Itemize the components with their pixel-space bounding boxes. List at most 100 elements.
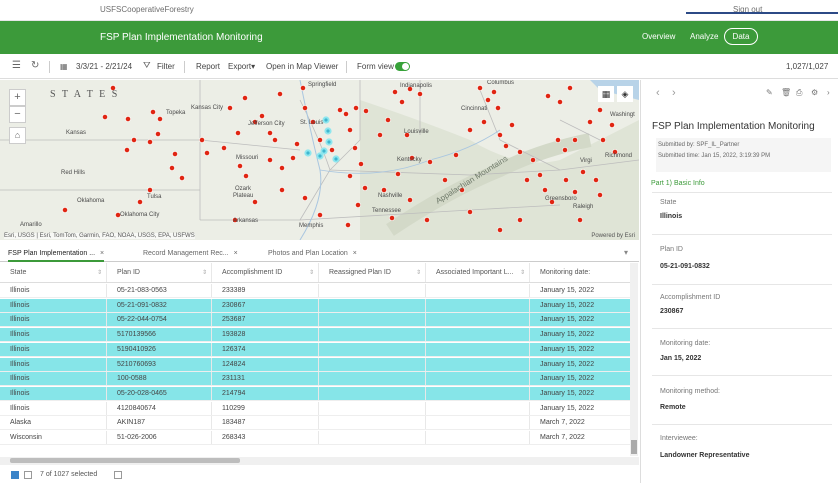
basemap	[0, 80, 639, 240]
selection-count: 7 of 1027 selected	[40, 471, 98, 478]
cell-reassigned-plan-id	[319, 284, 426, 297]
map-label: Tennessee	[372, 208, 402, 214]
map-label: Greensboro	[545, 196, 577, 202]
cell-monitoring-date: January 15, 2022	[540, 316, 595, 324]
table-row[interactable]: Illinois 05-22-044-0754 253687 January 15, …	[0, 313, 630, 328]
column-header-plan-id[interactable]: Plan ID ⇕	[107, 263, 212, 282]
report-button[interactable]: Report	[196, 62, 220, 71]
export-button[interactable]: Export▾	[228, 62, 255, 71]
field-value-interviewee: Landowner Representative	[660, 452, 750, 459]
filter-button[interactable]: Filter	[157, 62, 175, 71]
date-range-button[interactable]: 3/3/21 - 2/21/24	[76, 62, 132, 71]
list-view-icon[interactable]	[11, 471, 19, 479]
form-view-label: Form view	[357, 62, 394, 71]
tab-photos-plan-location[interactable]: Photos and Plan Location ×	[268, 250, 357, 257]
submitted-time: Submitted time: Jan 15, 2022, 3:19:39 PM	[658, 153, 771, 159]
map-label: Topeka	[166, 110, 186, 116]
zoom-out-button[interactable]: −	[9, 106, 26, 123]
form-view-toggle[interactable]	[395, 62, 410, 71]
edit-icon[interactable]: ✎	[766, 88, 773, 97]
table-row[interactable]: Illinois 05-21-091-0832 230867 January 15, …	[0, 298, 630, 313]
show-selected-icon[interactable]	[24, 471, 32, 479]
table-row[interactable]: Wisconsin 51-026-2006 268343 March 7, 2022	[0, 431, 630, 445]
cell-monitoring-date: January 15, 2022	[540, 375, 595, 383]
cell-state: Illinois	[0, 284, 107, 297]
map-label: Cincinnati	[461, 106, 488, 112]
chevron-right-icon[interactable]: ›	[827, 88, 830, 97]
close-icon[interactable]: ×	[234, 250, 238, 257]
close-icon[interactable]: ×	[100, 250, 104, 257]
table-row[interactable]: Illinois 5210760693 124824 January 15, 2022	[0, 357, 630, 372]
cell-accomplishment-id: 183487	[212, 416, 319, 430]
clear-selection-icon[interactable]	[114, 471, 122, 479]
cell-plan-id: 51-026-2006	[107, 431, 212, 444]
refresh-icon[interactable]: ↻	[31, 60, 39, 71]
divider	[652, 192, 832, 193]
delete-icon[interactable]: 🗑	[781, 88, 791, 97]
horizontal-scrollbar[interactable]	[0, 457, 639, 465]
cell-reassigned-plan-id	[319, 386, 426, 400]
column-header-state[interactable]: State ⇕	[0, 263, 107, 282]
app-title: FSP Plan Implementation Monitoring	[100, 32, 263, 43]
vertical-scrollbar[interactable]	[630, 263, 638, 456]
open-map-viewer-button[interactable]: Open in Map Viewer	[266, 62, 338, 71]
org-name: USFSCooperativeForestry	[100, 5, 194, 14]
table-row[interactable]: Illinois 05-20-028-0465 214794 January 15, …	[0, 386, 630, 401]
table-row[interactable]: Illinois 5190410926 126374 January 15, 2022	[0, 342, 630, 357]
scroll-thumb[interactable]	[631, 440, 637, 454]
divider	[49, 61, 50, 73]
cell-state: Illinois	[0, 313, 107, 327]
field-value-monitoring-date: Jan 15, 2022	[660, 355, 702, 362]
chevron-down-icon[interactable]: ▾	[624, 248, 628, 257]
table-row[interactable]: Illinois 05-21-083-0563 233389 January 15, …	[0, 284, 630, 298]
column-header-monitoring-date[interactable]: Monitoring date:	[530, 263, 630, 282]
scroll-thumb[interactable]	[10, 458, 240, 463]
cell-accomplishment-id: 230867	[212, 298, 319, 312]
column-label: Accomplishment ID	[222, 269, 283, 276]
gear-icon[interactable]: ⚙	[811, 88, 818, 97]
account-bar: USFSCooperativeForestry Sign out	[0, 0, 838, 21]
table-row[interactable]: Illinois 5170139566 193828 January 15, 2022	[0, 328, 630, 343]
map-label: Oklahoma	[77, 198, 105, 204]
table-row[interactable]: Illinois 100-0588 231131 January 15, 2022	[0, 372, 630, 387]
tab-fsp-plan-implementation[interactable]: FSP Plan Implementation ... ×	[8, 250, 105, 262]
table-row[interactable]: Alaska AKIN187 183487 March 7, 2022	[0, 416, 630, 431]
sort-icon: ⇕	[201, 270, 207, 276]
print-icon[interactable]: ⎙	[796, 88, 802, 98]
home-icon[interactable]: ⌂	[9, 127, 26, 144]
map-label: Amarillo	[20, 222, 42, 228]
nav-data[interactable]: Data	[724, 28, 758, 45]
map-label: Arkansas	[233, 218, 259, 224]
column-header-accomplishment-id[interactable]: Accomplishment ID ⇕	[212, 263, 319, 282]
map-view[interactable]: S T A T E S Springfield Indianapolis Col…	[0, 80, 639, 240]
cell-monitoring-date: March 7, 2022	[540, 434, 585, 441]
cell-monitoring-date: January 15, 2022	[540, 287, 595, 294]
tab-record-management[interactable]: Record Management Rec... ×	[143, 250, 238, 257]
menu-icon[interactable]: ☰	[12, 60, 21, 71]
toolbar: ☰ ↻ ▦ 3/3/21 - 2/21/24 ⛛ Filter Report E…	[0, 54, 838, 79]
cell-accomplishment-id: 124824	[212, 357, 319, 371]
column-header-associated-important[interactable]: Associated Important L... ⇕	[426, 263, 530, 282]
cell-accomplishment-id: 231131	[212, 372, 319, 386]
nav-analyze[interactable]: Analyze	[690, 32, 718, 41]
field-value-plan-id: 05-21-091-0832	[660, 263, 710, 270]
tab-label: FSP Plan Implementation ...	[8, 250, 96, 257]
cell-accomplishment-id: 233389	[212, 284, 319, 297]
column-label: Monitoring date:	[540, 269, 591, 276]
cell-plan-id: 5210760693	[107, 357, 212, 371]
layers-icon[interactable]: ◈	[617, 86, 633, 102]
column-header-reassigned-plan-id[interactable]: Reassigned Plan ID ⇕	[319, 263, 426, 282]
chevron-left-icon[interactable]: ‹	[656, 87, 660, 99]
table-row[interactable]: Illinois 4120840674 110299 January 15, 2022	[0, 401, 630, 416]
zoom-in-button[interactable]: +	[9, 89, 26, 106]
column-label: Associated Important L...	[436, 269, 514, 276]
basemap-gallery-icon[interactable]: ▦	[598, 86, 614, 102]
column-label: Plan ID	[117, 269, 140, 276]
cell-reassigned-plan-id	[319, 372, 426, 386]
nav-overview[interactable]: Overview	[642, 32, 675, 41]
chevron-right-icon[interactable]: ›	[672, 87, 676, 99]
powered-by-esri: Powered by Esri	[591, 233, 635, 239]
close-icon[interactable]: ×	[353, 250, 357, 257]
map-label: Jefferson City	[248, 121, 285, 127]
map-label: Nashville	[378, 193, 403, 199]
